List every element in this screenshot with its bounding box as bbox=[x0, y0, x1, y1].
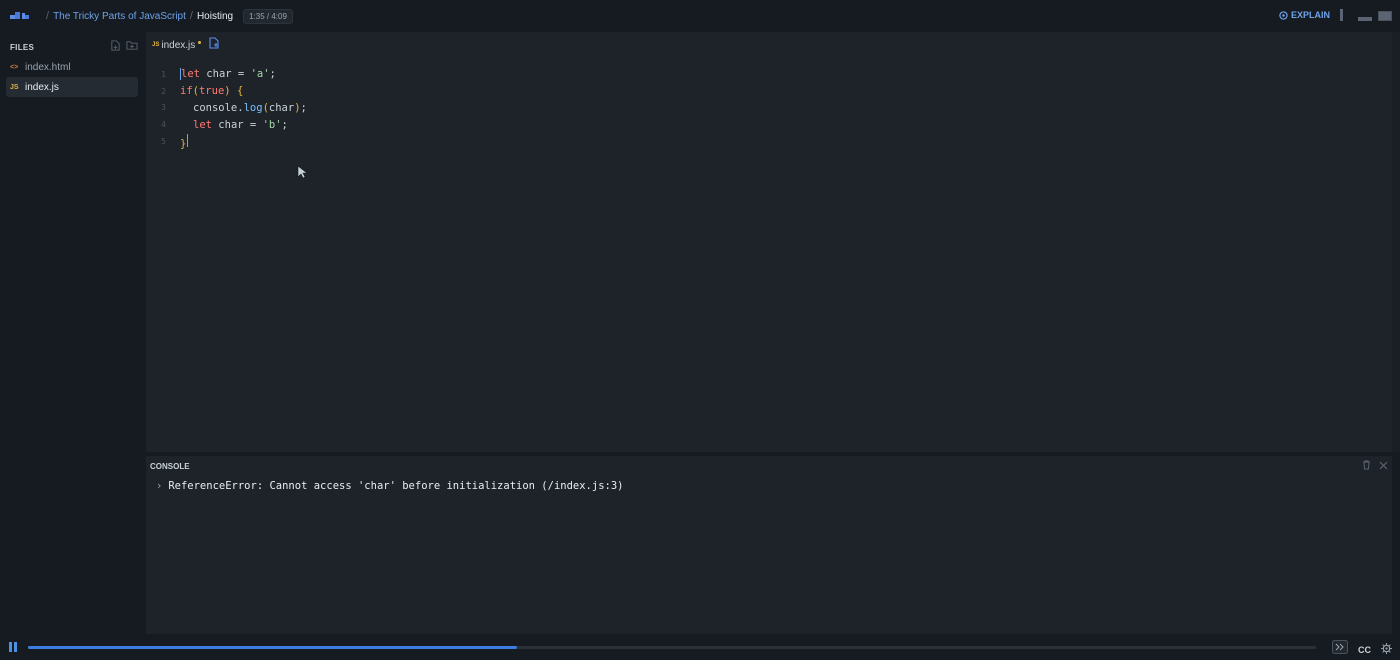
logo-icon[interactable] bbox=[10, 10, 32, 22]
player-controls: CC bbox=[1332, 640, 1392, 659]
files-header: FILES bbox=[0, 32, 146, 54]
line-number: 2 bbox=[161, 86, 166, 96]
js-tab-icon: JS bbox=[152, 42, 160, 48]
code-area[interactable]: 1 let char = 'a'; 2 if(true) { 3 console… bbox=[146, 66, 1392, 150]
tab-label: index.js bbox=[161, 39, 196, 51]
explain-icon bbox=[1279, 10, 1288, 20]
file-item-index-js[interactable]: JS index.js bbox=[6, 77, 138, 97]
new-folder-icon[interactable] bbox=[126, 38, 138, 56]
console-panel: CONSOLE › ReferenceError: Cannot access … bbox=[146, 456, 1392, 634]
layout-bottom-icon[interactable] bbox=[1358, 8, 1372, 22]
code-editor[interactable]: JS index.js 1 let char = 'a'; 2 if(true)… bbox=[146, 32, 1400, 452]
code-line: 1 let char = 'a'; bbox=[146, 66, 1392, 83]
code-line: 4 let char = 'b'; bbox=[146, 116, 1392, 133]
chevron-right-icon[interactable]: › bbox=[156, 480, 162, 492]
speed-icon[interactable] bbox=[1332, 640, 1348, 659]
new-tab-icon[interactable] bbox=[209, 36, 220, 54]
breadcrumb-lesson: Hoisting bbox=[196, 10, 234, 22]
editor-tabs: JS index.js bbox=[146, 32, 1392, 58]
file-item-index-html[interactable]: <> index.html bbox=[6, 57, 138, 77]
layout-sidebar-icon[interactable] bbox=[1338, 8, 1352, 22]
breadcrumb-separator: / bbox=[46, 10, 50, 22]
console-message: ReferenceError: Cannot access 'char' bef… bbox=[168, 480, 624, 492]
files-title: FILES bbox=[10, 42, 35, 52]
close-icon[interactable] bbox=[1379, 457, 1388, 475]
file-name: index.html bbox=[25, 61, 71, 73]
mouse-cursor-icon bbox=[297, 165, 308, 184]
explain-button[interactable]: EXPLAIN bbox=[1279, 10, 1330, 20]
code-line: 3 console.log(char); bbox=[146, 100, 1392, 117]
console-output-line: › ReferenceError: Cannot access 'char' b… bbox=[146, 480, 1392, 492]
tab-index-js[interactable]: JS index.js bbox=[152, 39, 202, 51]
unsaved-dot bbox=[198, 40, 202, 44]
captions-button[interactable]: CC bbox=[1358, 645, 1371, 655]
gear-icon[interactable] bbox=[1381, 641, 1392, 659]
breadcrumb-course[interactable]: The Tricky Parts of JavaScript bbox=[53, 11, 186, 22]
line-number: 5 bbox=[161, 137, 166, 147]
text-cursor bbox=[187, 133, 189, 147]
code-line: 5 } bbox=[146, 133, 1392, 150]
top-right-controls: EXPLAIN bbox=[1279, 8, 1392, 22]
progress-fill bbox=[28, 646, 518, 649]
console-header: CONSOLE bbox=[146, 456, 1392, 476]
html-file-icon: <> bbox=[10, 63, 19, 71]
line-number: 1 bbox=[161, 69, 166, 79]
pause-button[interactable] bbox=[9, 642, 17, 652]
editor-scrollbar[interactable] bbox=[1392, 32, 1400, 452]
time-badge: 1:35 / 4:09 bbox=[243, 8, 293, 24]
files-actions bbox=[110, 38, 138, 56]
trash-icon[interactable] bbox=[1362, 457, 1371, 475]
progress-track[interactable] bbox=[28, 646, 1316, 649]
app-window: / The Tricky Parts of JavaScript / Hoist… bbox=[0, 0, 1400, 660]
file-name: index.js bbox=[25, 81, 59, 93]
layout-switcher bbox=[1338, 8, 1392, 22]
player-bar: CC bbox=[0, 634, 1400, 660]
top-bar: / The Tricky Parts of JavaScript / Hoist… bbox=[0, 0, 1400, 32]
new-file-icon[interactable] bbox=[110, 38, 121, 56]
js-file-icon: JS bbox=[10, 83, 19, 91]
code-line: 2 if(true) { bbox=[146, 83, 1392, 100]
console-actions bbox=[1362, 457, 1388, 475]
layout-full-icon[interactable] bbox=[1378, 8, 1392, 22]
explain-label: EXPLAIN bbox=[1290, 10, 1330, 20]
files-sidebar: FILES <> index.html JS index.js bbox=[0, 32, 146, 634]
breadcrumb-separator: / bbox=[189, 10, 193, 22]
line-number: 4 bbox=[161, 120, 166, 130]
console-title: CONSOLE bbox=[150, 461, 190, 471]
line-number: 3 bbox=[161, 103, 166, 113]
